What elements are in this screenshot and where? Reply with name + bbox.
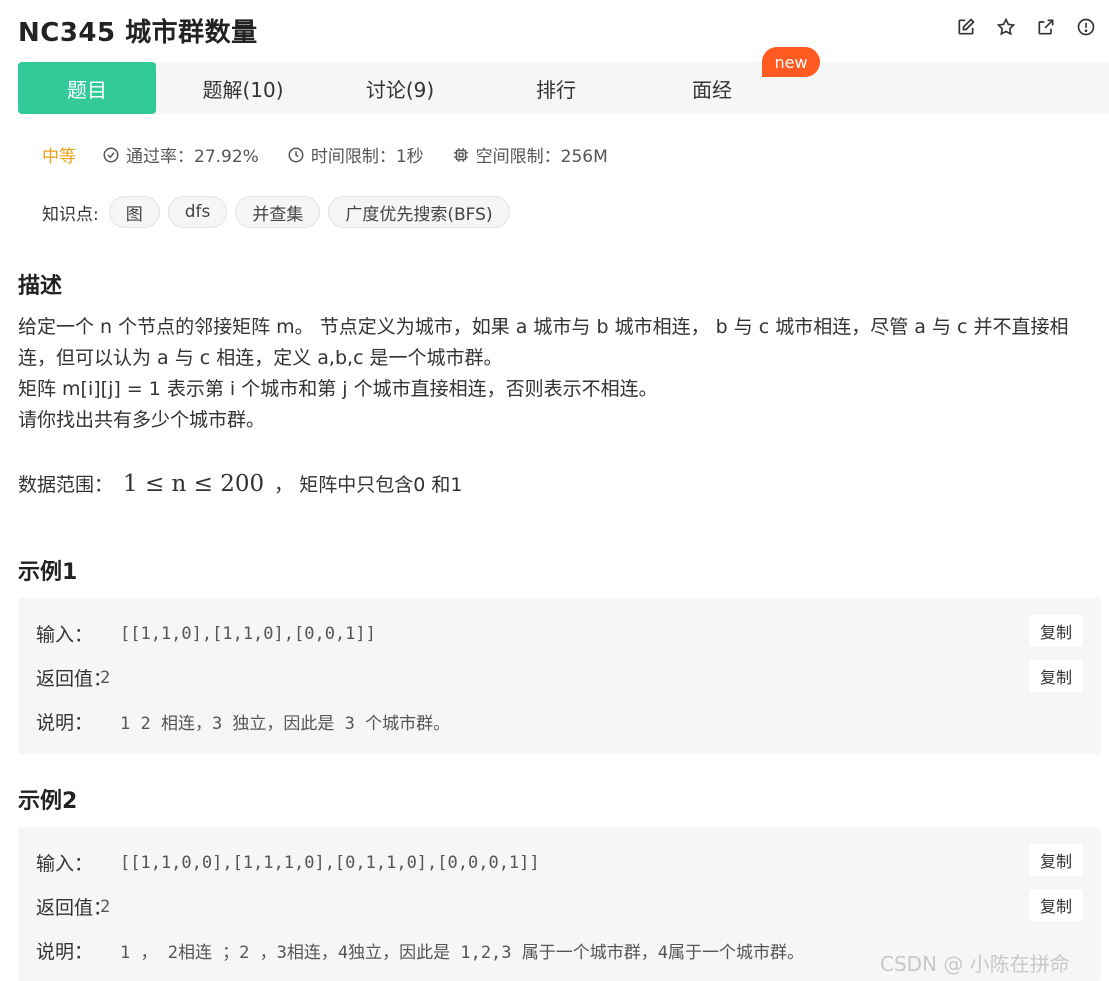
new-badge: new bbox=[762, 47, 820, 77]
example-title: 示例1 bbox=[18, 560, 78, 585]
input-value: [[1,1,0],[1,1,0],[0,0,1]] bbox=[120, 623, 376, 644]
edit-icon[interactable] bbox=[955, 16, 977, 38]
copy-button[interactable]: 复制 bbox=[1029, 889, 1083, 921]
example-note-row: 说明： 1 2 相连，3 独立，因此是 3 个城市群。 bbox=[36, 708, 450, 735]
note-value: 1 2 相连，3 独立，因此是 3 个城市群。 bbox=[120, 714, 451, 734]
tag-union-find[interactable]: 并查集 bbox=[235, 196, 321, 228]
clock-icon bbox=[288, 147, 304, 162]
example-input-row: 输入： [[1,1,0,0],[1,1,1,0],[0,1,1,0],[0,0,… bbox=[36, 849, 540, 876]
example-box: 输入： [[1,1,0],[1,1,0],[0,0,1]] 复制 返回值： 2 … bbox=[18, 598, 1101, 754]
chip-icon bbox=[453, 147, 468, 162]
example-note-row: 说明： 1 ， 2相连 ；2 ，3相连，4独立，因此是 1,2,3 属于一个城市… bbox=[36, 937, 804, 964]
time-limit: 时间限制：1秒 bbox=[287, 142, 424, 167]
description-line: 给定一个 n 个节点的邻接矩阵 m。 节点定义为城市，如果 a 城市与 b 城市… bbox=[18, 316, 1069, 369]
space-limit: 空间限制：256M bbox=[452, 142, 608, 167]
note-value: 1 ， 2相连 ；2 ，3相连，4独立，因此是 1,2,3 属于一个城市群，4属… bbox=[120, 943, 804, 963]
star-icon[interactable] bbox=[995, 16, 1017, 38]
tag-graph[interactable]: 图 bbox=[108, 196, 160, 228]
copy-button[interactable]: 复制 bbox=[1029, 615, 1083, 647]
example-title: 示例2 bbox=[18, 789, 78, 814]
difficulty-label: 中等 bbox=[42, 147, 76, 167]
time-limit-text: 时间限制：1秒 bbox=[310, 147, 424, 167]
range-prefix: 数据范围： bbox=[18, 474, 114, 496]
return-value: 2 bbox=[100, 667, 111, 688]
page-title: NC345 城市群数量 bbox=[18, 18, 258, 48]
report-icon[interactable] bbox=[1075, 16, 1097, 38]
tab-ranking[interactable]: 排行 bbox=[470, 62, 642, 114]
note-label: 说明： bbox=[36, 941, 94, 963]
input-label: 输入： bbox=[36, 853, 94, 875]
tab-interview[interactable]: 面经 bbox=[642, 62, 782, 114]
space-limit-text: 空间限制：256M bbox=[475, 147, 608, 167]
return-value: 2 bbox=[100, 896, 111, 917]
input-value: [[1,1,0,0],[1,1,1,0],[0,1,1,0],[0,0,0,1]… bbox=[120, 852, 540, 873]
watermark: CSDN @ 小陈在拼命 bbox=[880, 952, 1070, 976]
range-suffix: ， 矩阵中只包含0 和1 bbox=[274, 474, 463, 496]
tab-discussion[interactable]: 讨论(9) bbox=[330, 62, 470, 114]
tag-bfs[interactable]: 广度优先搜索(BFS) bbox=[328, 196, 510, 228]
range-math: 1 ≤ n ≤ 200 bbox=[123, 470, 265, 497]
header-actions bbox=[955, 16, 1097, 38]
description-line: 请你找出共有多少个城市群。 bbox=[18, 409, 266, 431]
external-link-icon[interactable] bbox=[1035, 16, 1057, 38]
tag-dfs[interactable]: dfs bbox=[167, 196, 228, 228]
description-line: 矩阵 m[i][j] = 1 表示第 i 个城市和第 j 个城市直接相连，否则表… bbox=[18, 378, 658, 400]
pass-rate-text: 通过率：27.92% bbox=[126, 147, 259, 167]
tab-solutions[interactable]: 题解(10) bbox=[156, 62, 330, 114]
example-return-row: 返回值： 2 bbox=[36, 664, 112, 691]
tab-bar: 题目 题解(10) 讨论(9) 排行 面经 bbox=[18, 62, 1109, 114]
example-input-row: 输入： [[1,1,0],[1,1,0],[0,0,1]] bbox=[36, 620, 376, 647]
problem-meta: 中等 通过率：27.92% 时间限制：1秒 空间限制：256M bbox=[42, 142, 636, 167]
knowledge-tags: 知识点: 图 dfs 并查集 广度优先搜索(BFS) bbox=[42, 196, 518, 228]
description-title: 描述 bbox=[18, 274, 63, 299]
tab-problem[interactable]: 题目 bbox=[18, 62, 156, 114]
pass-rate: 通过率：27.92% bbox=[102, 142, 259, 167]
copy-button[interactable]: 复制 bbox=[1029, 660, 1083, 692]
example-return-row: 返回值： 2 bbox=[36, 893, 112, 920]
note-label: 说明： bbox=[36, 712, 94, 734]
description-body: 给定一个 n 个节点的邻接矩阵 m。 节点定义为城市，如果 a 城市与 b 城市… bbox=[18, 312, 1098, 436]
tags-label: 知识点: bbox=[42, 204, 99, 225]
data-range: 数据范围： 1 ≤ n ≤ 200 ， 矩阵中只包含0 和1 bbox=[18, 470, 462, 497]
copy-button[interactable]: 复制 bbox=[1029, 844, 1083, 876]
input-label: 输入： bbox=[36, 624, 94, 646]
header: NC345 城市群数量 bbox=[0, 0, 1109, 60]
check-circle-icon bbox=[103, 147, 119, 162]
